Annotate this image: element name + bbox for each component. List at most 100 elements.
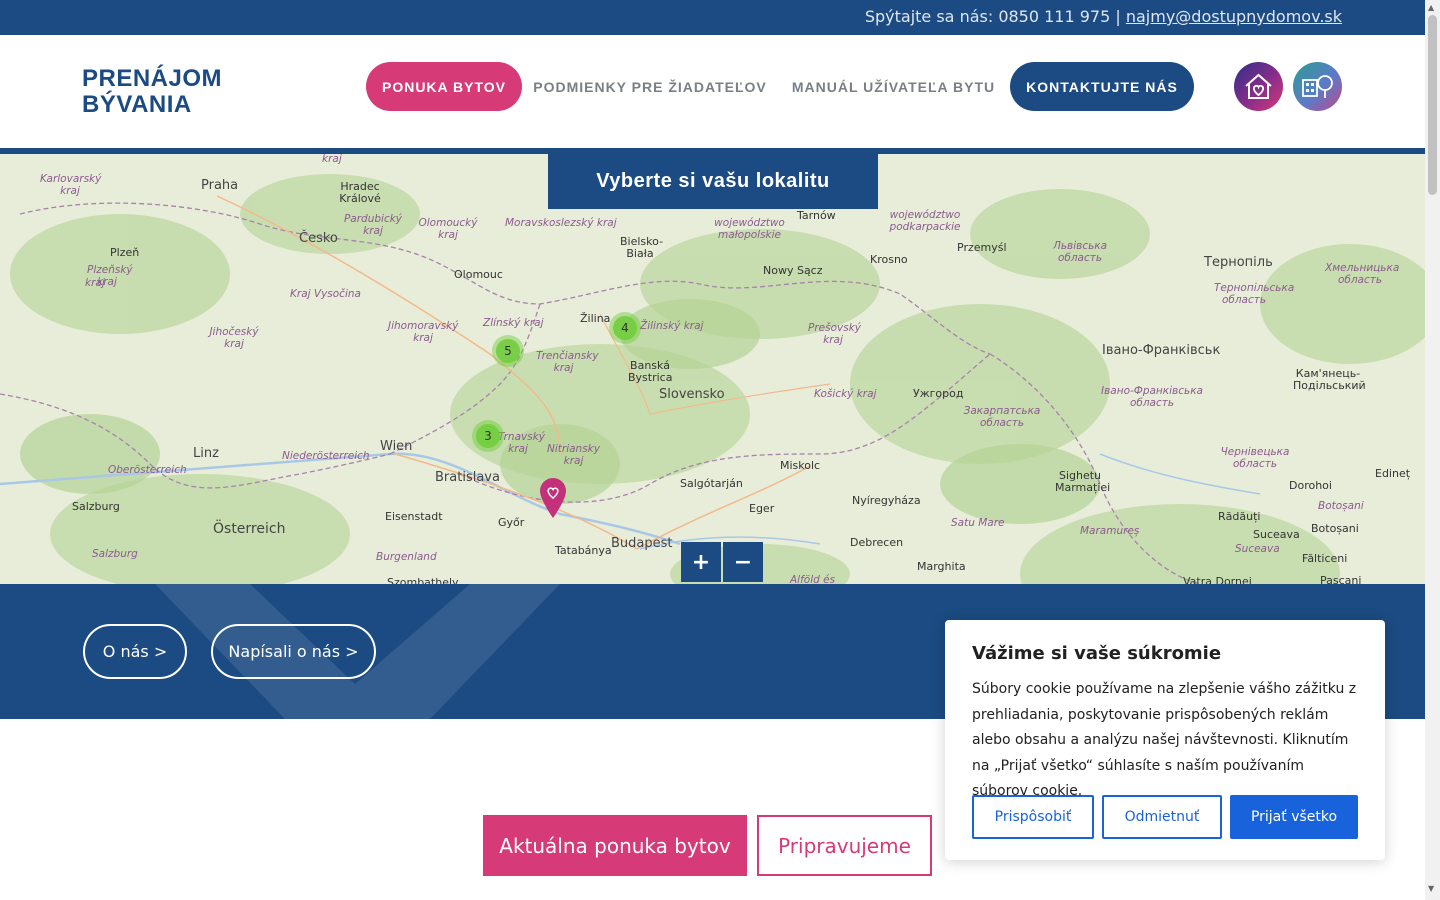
- map-label-hradec: Hradec Králové: [339, 180, 381, 205]
- site-header: PRENÁJOM BÝVANIA PONUKA BYTOV PODMIENKY …: [0, 35, 1425, 148]
- cookie-title: Vážime si vaše súkromie: [972, 643, 1222, 664]
- map-region-niederosterreich: Niederösterreich: [282, 450, 370, 462]
- tab-current-offer[interactable]: Aktuálna ponuka bytov: [483, 815, 747, 876]
- scroll-down-arrow-icon[interactable]: ▼: [1428, 884, 1434, 893]
- map-label-osterreich: Österreich: [213, 521, 286, 537]
- cluster-count: 4: [613, 316, 637, 340]
- contact-email-link[interactable]: najmy@dostupnydomov.sk: [1126, 7, 1342, 26]
- map-region-nitriansky: Nitriansky kraj: [547, 443, 600, 467]
- location-map[interactable]: Vyberte si vašu lokalitu Praha Hradec Kr…: [0, 154, 1425, 584]
- map-label-praha: Praha: [201, 178, 239, 193]
- map-region-vysocina: Kraj Vysočina: [290, 288, 361, 300]
- scroll-up-arrow-icon[interactable]: ▲: [1428, 3, 1434, 12]
- map-region-jihocesky: Jihočeský kraj: [209, 326, 259, 350]
- map-pin-heart-icon[interactable]: [540, 478, 566, 518]
- map-label-vatra: Vatra Dornei: [1183, 575, 1252, 584]
- map-region-trnavsky: Trnavský kraj: [498, 431, 545, 455]
- map-region-satu-mare: Satu Mare: [951, 517, 1005, 529]
- map-label-salgotarjan: Salgótarján: [680, 477, 743, 490]
- map-label-kamianets: Кам'янець-Подільський: [1293, 367, 1366, 392]
- map-label-cesko: Česko: [299, 231, 338, 246]
- site-logo[interactable]: PRENÁJOM BÝVANIA: [82, 66, 222, 118]
- map-label-krosno: Krosno: [870, 253, 908, 266]
- map-label-szombathely: Szombathely: [387, 576, 459, 584]
- map-region-alfold: Alföld és: [790, 574, 836, 584]
- map-label-sighetu: Sighetu Marmației: [1055, 469, 1111, 494]
- map-label-tarnow: Tarnów: [797, 209, 836, 222]
- cookie-consent-dialog: Vážime si vaše súkromie Súbory cookie po…: [945, 620, 1385, 860]
- map-label-edinet: Edineț: [1375, 467, 1411, 480]
- map-label-miskolc: Miskolc: [780, 459, 821, 472]
- map-label-banska: Banská Bystrica: [628, 359, 673, 384]
- map-label-linz: Linz: [193, 446, 219, 461]
- map-label-falticeni: Fălticeni: [1302, 552, 1348, 565]
- map-label-budapest: Budapest: [611, 536, 673, 551]
- map-label-uzhorod: Ужгород: [913, 387, 964, 400]
- map-label-przemysl: Przemyśl: [957, 241, 1007, 254]
- map-region-presovsky: Prešovský kraj: [808, 322, 861, 346]
- map-region-kraj-left: kraj: [85, 277, 105, 289]
- cookie-accept-all-button[interactable]: Prijať všetko: [1230, 795, 1358, 839]
- map-label-nyiregyhaza: Nyíregyháza: [852, 494, 921, 507]
- map-label-ivano: Івано-Франківськ: [1102, 343, 1221, 358]
- map-label-botosani: Botoșani: [1311, 522, 1359, 535]
- cookie-text: Súbory cookie používame na zlepšenie váš…: [972, 681, 1357, 799]
- cookie-customize-button[interactable]: Prispôsobiť: [972, 795, 1094, 839]
- map-region-salzburg: Salzburg: [92, 548, 138, 560]
- map-region-burgenland: Burgenland: [376, 551, 437, 563]
- page-scrollbar[interactable]: ▲ ▼: [1425, 0, 1440, 900]
- map-label-zilina: Žilina: [580, 312, 611, 325]
- map-label-dorohoi: Dorohoi: [1289, 479, 1332, 492]
- map-label-suceava: Suceava: [1253, 528, 1300, 541]
- map-cluster-marker[interactable]: 3: [472, 420, 504, 452]
- map-region-jihomoravsky: Jihomoravský kraj: [388, 320, 459, 344]
- map-region-ivanofrankivska: Івано-Франківська область: [1101, 385, 1203, 409]
- cluster-count: 3: [476, 424, 500, 448]
- map-region-zakarpatska: Закарпатська область: [963, 405, 1041, 429]
- map-label-tatabanya: Tatabánya: [555, 544, 612, 557]
- about-us-button[interactable]: O nás >: [83, 624, 187, 679]
- map-region-trenciansky: Trenčiansky kraj: [536, 350, 599, 374]
- map-label-marghita: Marghita: [917, 560, 966, 573]
- map-region-maramures: Maramureș: [1080, 525, 1140, 537]
- logo-line-1: PRENÁJOM: [82, 65, 223, 92]
- map-region-pardubicky: Pardubický kraj: [343, 213, 403, 237]
- map-region-chernivetska: Чернівецька область: [1220, 446, 1290, 470]
- map-cluster-marker[interactable]: 5: [492, 335, 524, 367]
- nav-offer-button[interactable]: PONUKA BYTOV: [366, 62, 522, 111]
- map-label-ternopil: Тернопіль: [1204, 255, 1273, 270]
- map-label-eger: Eger: [749, 502, 775, 515]
- top-contact-bar: Spýtajte sa nás: 0850 111 975 | najmy@do…: [0, 0, 1425, 35]
- press-about-us-button[interactable]: Napísali o nás >: [211, 624, 376, 679]
- nav-conditions-link[interactable]: PODMIENKY PRE ŽIADATEĽOV: [530, 62, 770, 111]
- building-tree-icon[interactable]: [1293, 62, 1342, 111]
- map-region-zilinsky: Žilinský kraj: [640, 320, 704, 332]
- map-region-ternopilska: Тернопільська область: [1214, 282, 1295, 306]
- cookie-reject-button[interactable]: Odmietnuť: [1102, 795, 1222, 839]
- zoom-in-button[interactable]: +: [681, 542, 721, 582]
- nav-manual-link[interactable]: MANUÁL UŽÍVATEĽA BYTU: [786, 62, 1001, 111]
- tab-preparing[interactable]: Pripravujeme: [757, 815, 932, 876]
- map-label-wien: Wien: [380, 439, 413, 454]
- map-region-moravskoslezsky: Moravskoslezský kraj: [505, 217, 617, 229]
- map-region-malopolskie: województwo małopolskie: [714, 217, 785, 241]
- map-region-oberosterreich: Oberösterreich: [108, 464, 187, 476]
- map-label-olomouc: Olomouc: [454, 268, 503, 281]
- map-title: Vyberte si vašu lokalitu: [548, 154, 878, 209]
- map-label-plzen: Plzeň: [110, 246, 140, 259]
- map-region-botosani: Botoșani: [1318, 500, 1364, 512]
- map-region-khmelnytska: Хмельницька область: [1325, 262, 1400, 286]
- map-region-podkarpackie: województwo podkarpackie: [889, 209, 961, 233]
- map-label-salzburg: Salzburg: [72, 500, 120, 513]
- map-region-olomoucky: Olomoucký kraj: [418, 217, 478, 241]
- scrollbar-thumb[interactable]: [1428, 15, 1437, 195]
- contact-info: Spýtajte sa nás: 0850 111 975 | najmy@do…: [865, 7, 1342, 26]
- zoom-out-button[interactable]: −: [723, 542, 763, 582]
- house-heart-icon[interactable]: [1234, 62, 1283, 111]
- logo-line-2: BÝVANIA: [82, 91, 192, 118]
- map-label-bielsko: Bielsko-Biała: [620, 235, 664, 260]
- map-label-slovensko: Slovensko: [659, 387, 725, 402]
- nav-contact-button[interactable]: KONTAKTUJTE NÁS: [1010, 62, 1194, 111]
- map-label-gyor: Győr: [498, 516, 525, 529]
- map-cluster-marker[interactable]: 4: [609, 312, 641, 344]
